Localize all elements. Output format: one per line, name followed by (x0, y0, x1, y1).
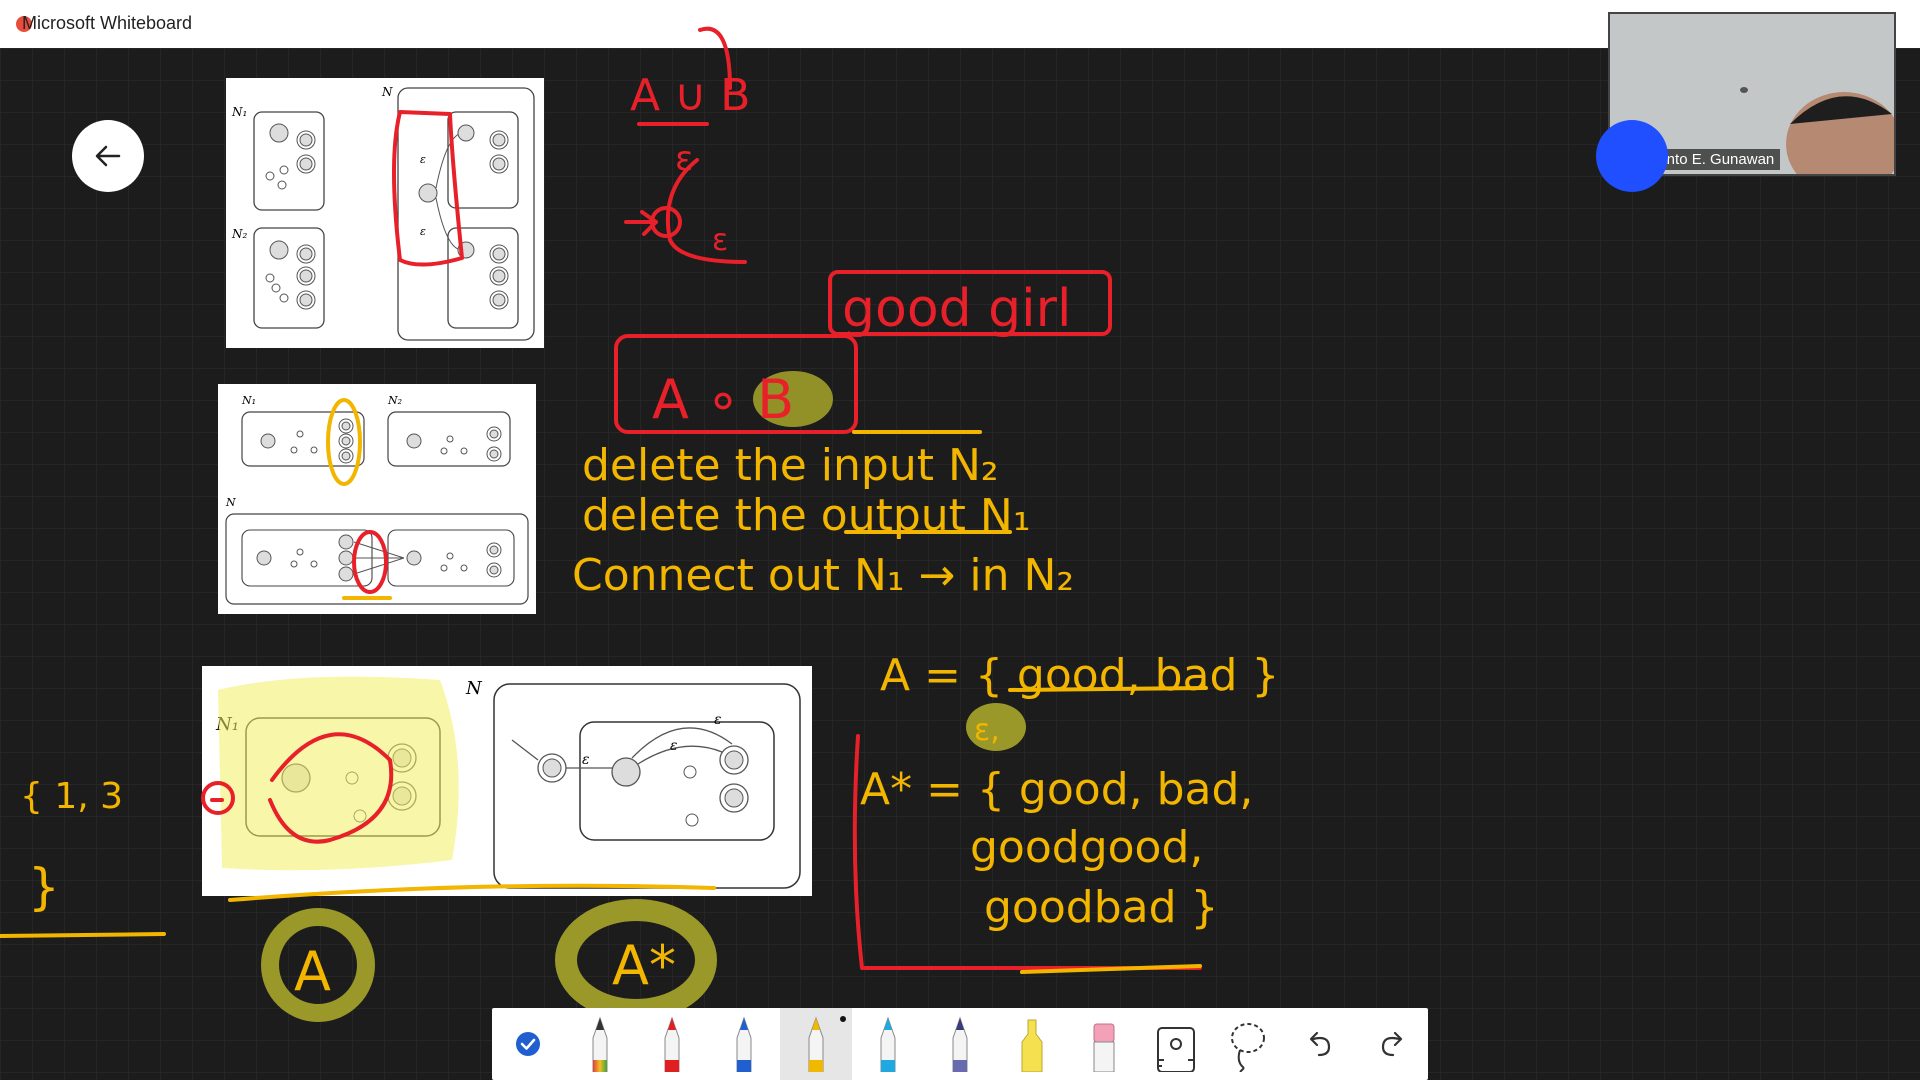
label-n1-bottom: N₁ (215, 714, 239, 735)
label-n-mid: N (225, 496, 236, 509)
label-n1: N₁ (231, 105, 247, 119)
pen-icon (808, 1016, 824, 1072)
ruler-icon (1157, 1027, 1195, 1072)
pen-rainbow-button[interactable] (564, 1008, 636, 1080)
image-concat-diagram[interactable]: N₁ N₂ N (218, 384, 536, 614)
label-n1-mid: N₁ (241, 394, 256, 407)
lasso-icon (1231, 1023, 1265, 1072)
selected-indicator (840, 1016, 846, 1022)
label-n-bottom: N (465, 678, 483, 699)
pen-yellow-button[interactable] (780, 1008, 852, 1080)
label-n2: N₂ (231, 227, 248, 241)
eraser-button[interactable] (1068, 1008, 1140, 1080)
pen-galaxy-button[interactable] (924, 1008, 996, 1080)
highlighter-button[interactable] (996, 1008, 1068, 1080)
ink-toolbar (492, 1008, 1428, 1080)
pen-blue-button[interactable] (708, 1008, 780, 1080)
pen-icon (880, 1016, 896, 1072)
pen-lightblue-button[interactable] (852, 1008, 924, 1080)
label-eps-loop1: ε (670, 738, 678, 754)
pen-icon (952, 1016, 968, 1072)
image-union-diagram[interactable]: N₁ N₂ N ε ε (226, 78, 544, 348)
check-circle-icon (516, 1032, 540, 1056)
label-n: N (381, 85, 393, 99)
lasso-button[interactable] (1212, 1008, 1284, 1080)
redo-icon (1381, 1031, 1403, 1057)
ruler-button[interactable] (1140, 1008, 1212, 1080)
redo-button[interactable] (1356, 1008, 1428, 1080)
pen-icon (664, 1016, 680, 1072)
arrow-left-icon (95, 145, 121, 167)
pen-red-button[interactable] (636, 1008, 708, 1080)
label-eps-loop2: ε (714, 712, 722, 728)
participant-avatar-blue[interactable] (1596, 120, 1668, 192)
image-star-diagram[interactable]: N₁ N ε ε ε (202, 666, 812, 896)
eraser-icon (1093, 1023, 1115, 1072)
label-n2-mid: N₂ (387, 394, 402, 407)
label-eps-bottom: ε (420, 225, 426, 238)
select-tool-button[interactable] (492, 1008, 564, 1080)
highlighter-icon (1021, 1019, 1043, 1072)
label-eps-n: ε (582, 752, 590, 768)
app-title: Microsoft Whiteboard (22, 13, 193, 33)
back-button[interactable] (72, 120, 144, 192)
label-eps-top: ε (420, 153, 426, 166)
undo-icon (1309, 1031, 1331, 1057)
pen-icon (592, 1016, 608, 1072)
undo-button[interactable] (1284, 1008, 1356, 1080)
pen-icon (736, 1016, 752, 1072)
